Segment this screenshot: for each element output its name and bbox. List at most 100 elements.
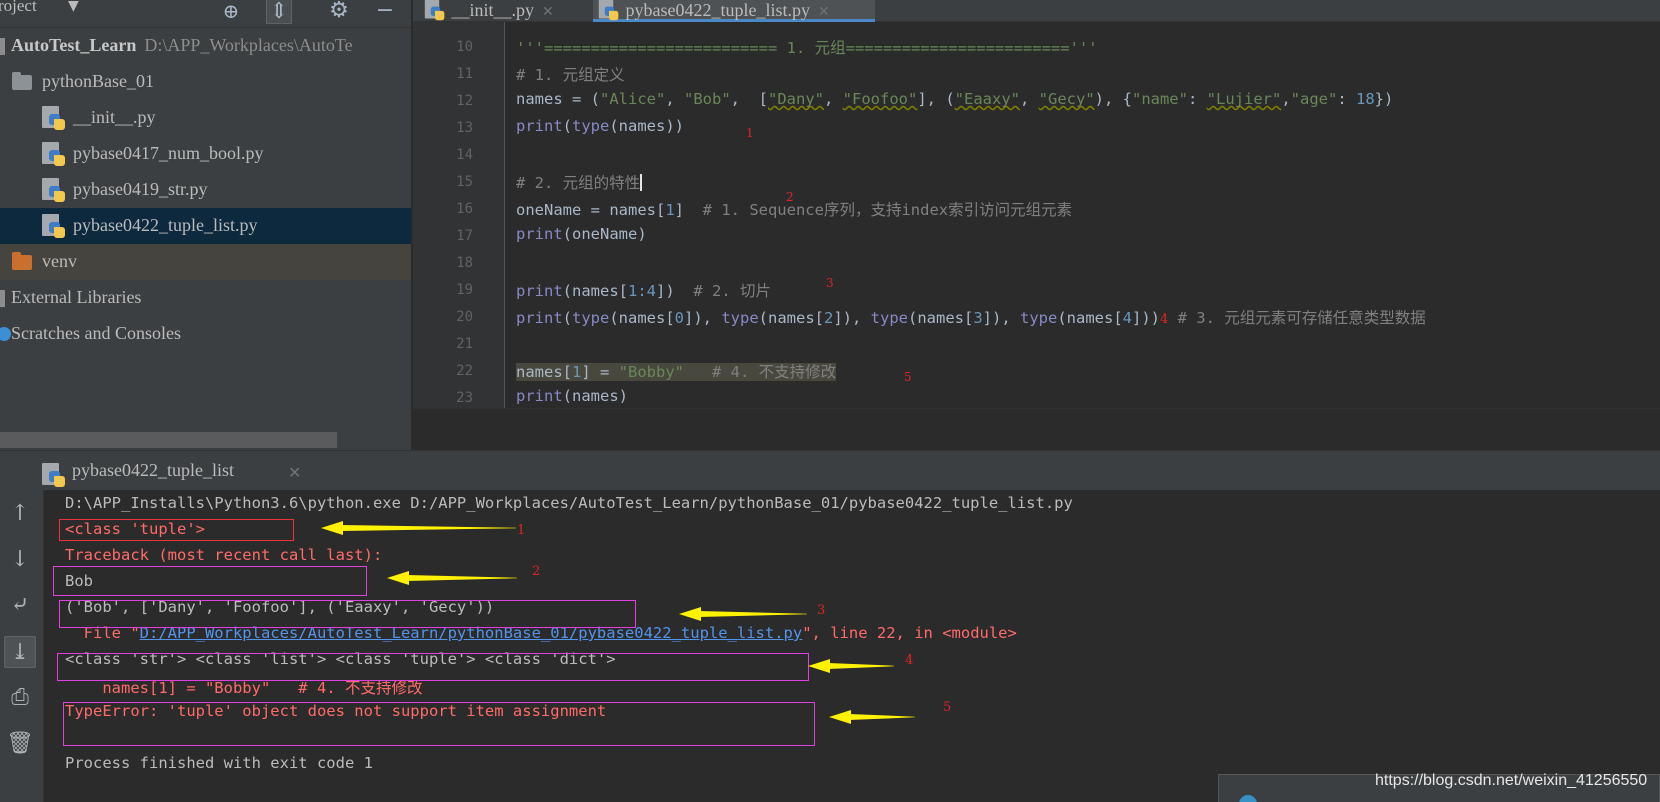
code-token: # 3. 元组元素可存储任意类型数据 [1168, 309, 1426, 327]
code-token: # 1. Sequence序列，支持index索引访问元组元素 [702, 201, 1073, 219]
line-number: 11 [456, 66, 473, 82]
collapse-all-icon[interactable]: ⇕ [266, 0, 292, 24]
code-token: names = ( [516, 90, 600, 108]
code-token: print [516, 309, 563, 327]
code-line-23: print(names) [516, 387, 628, 405]
annotation-box-3 [59, 600, 636, 628]
code-token: (names)) [609, 117, 684, 135]
code-token: "Dany" [768, 90, 824, 108]
code-token: 1 [572, 363, 582, 381]
line-number: 14 [456, 147, 473, 163]
code-line-17: print(oneName) [516, 225, 647, 243]
annotation-box-2 [53, 566, 367, 596]
project-panel-title[interactable]: roject [0, 0, 37, 16]
console-traceback: Traceback (most recent call last): [65, 546, 383, 564]
tree-item-pythonbase-01[interactable]: pythonBase_01 [0, 64, 411, 100]
tree-item-pybase0417[interactable]: pybase0417_num_bool.py [0, 136, 411, 172]
code-token: type [870, 309, 908, 327]
code-token: (names) [562, 387, 628, 405]
code-token: ] [674, 201, 703, 219]
console-output[interactable]: D:\APP_Installs\Python3.6\python.exe D:/… [45, 490, 1660, 802]
tree-item-label: pythonBase_01 [42, 71, 154, 91]
code-line-16: oneName = names[1] # 1. Sequence序列，支持ind… [516, 198, 1072, 220]
code-token: 18 [1356, 90, 1375, 108]
watermark: https://blog.csdn.net/weixin_41256550 [1375, 772, 1648, 789]
code-token: (names[ [908, 309, 974, 327]
code-line-11: # 1. 元组定义 [516, 63, 625, 85]
editor-tab-bar: __init__.py ✕ pybase0422_tuple_list.py ✕ [413, 0, 1660, 22]
line-number: 12 [456, 93, 473, 109]
code-token: , [1281, 90, 1291, 108]
tree-item-label: pybase0422_tuple_list.py [73, 215, 258, 235]
code-token: ]) [656, 282, 694, 300]
tree-item-external-libraries[interactable]: External Libraries [0, 280, 411, 316]
project-panel-header: roject ▼ ⊕ ⇕ ⚙ − [0, 0, 411, 28]
code-token: 3 [973, 309, 983, 327]
tree-item-init-py[interactable]: __init__.py [0, 100, 411, 136]
tree-item-project-root[interactable]: AutoTest_Learn D:\APP_Workplaces\AutoTe [0, 28, 411, 64]
code-token: 1 [665, 201, 675, 219]
scroll-to-end-icon[interactable]: ⤓ [4, 636, 36, 668]
gear-icon[interactable]: ⚙ [326, 0, 352, 24]
code-token: ( [562, 117, 573, 135]
code-token: ( [562, 309, 573, 327]
close-icon[interactable]: ✕ [818, 5, 830, 20]
annotation-arrow-2 [387, 571, 517, 585]
annotation-arrow-1 [321, 521, 516, 535]
code-token: print [516, 282, 563, 300]
arrow-up-icon[interactable]: ↑ [4, 498, 36, 530]
editor-bottom-area [413, 408, 1660, 450]
tree-item-pybase0422[interactable]: pybase0422_tuple_list.py [0, 208, 411, 244]
code-token: print [516, 117, 563, 135]
line-number: 20 [456, 309, 473, 325]
close-icon[interactable]: ✕ [288, 463, 301, 482]
code-token: , [665, 90, 684, 108]
code-token: oneName = names[ [516, 201, 666, 219]
tree-item-venv[interactable]: venv [0, 244, 411, 280]
run-tab[interactable]: pybase0422_tuple_list [42, 457, 234, 487]
tab-label: __init__.py [451, 0, 535, 20]
arrow-down-icon[interactable]: ↓ [4, 544, 36, 576]
tab-init-py[interactable]: __init__.py ✕ [423, 0, 554, 22]
code-token: ] = [581, 363, 619, 381]
close-icon[interactable]: ✕ [542, 5, 554, 20]
line-number: 15 [456, 174, 473, 190]
annotation-box-5 [63, 702, 815, 746]
code-token: ], ( [917, 90, 955, 108]
python-file-icon [42, 106, 66, 130]
code-token: , [1019, 90, 1039, 108]
locate-target-icon[interactable]: ⊕ [218, 0, 244, 24]
tree-item-scratches[interactable]: Scratches and Consoles [0, 316, 411, 352]
chevron-down-icon[interactable]: ▼ [68, 0, 79, 14]
run-toolbar: ↑ ↓ ⤶ ⤓ ⎙ 🗑 [0, 490, 44, 802]
code-token: "Bobby" [618, 363, 684, 381]
code-token: # 1. 元组定义 [516, 66, 625, 84]
line-number: 23 [456, 390, 473, 406]
code-token: (names[ [1057, 309, 1123, 327]
code-token: ]), [982, 309, 1020, 327]
code-token: , [ [730, 90, 768, 108]
code-token: ])) [1132, 309, 1160, 327]
minimize-icon[interactable]: − [372, 0, 398, 24]
code-token: type [721, 309, 759, 327]
tree-item-pybase0419[interactable]: pybase0419_str.py [0, 172, 411, 208]
code-token: "Foofoo" [842, 90, 918, 108]
scratches-icon [0, 327, 11, 341]
line-number: 21 [456, 336, 473, 352]
sidebar-horizontal-scrollbar[interactable] [0, 432, 337, 448]
code-token: 0 [674, 309, 685, 327]
soft-wrap-icon[interactable]: ⤶ [4, 590, 36, 622]
trash-icon[interactable]: 🗑 [4, 728, 36, 760]
code-token: print [516, 225, 563, 243]
tab-pybase0422-active[interactable]: pybase0422_tuple_list.py ✕ [593, 0, 875, 22]
code-line-15: # 2. 元组的特性 [516, 171, 643, 193]
code-line-10: '''========================= 1. 元组======… [516, 36, 1098, 58]
line-number: 19 [456, 282, 473, 298]
annotation-number: 5 [904, 370, 912, 384]
run-panel-header: pybase0422_tuple_list ✕ [0, 450, 1660, 490]
file-suffix: ", line 22, in <module> [802, 624, 1017, 642]
code-editor[interactable]: '''========================= 1. 元组======… [506, 22, 1660, 408]
code-token: 2 [824, 309, 834, 327]
code-token: "Bob" [684, 90, 731, 108]
print-icon[interactable]: ⎙ [4, 682, 36, 714]
